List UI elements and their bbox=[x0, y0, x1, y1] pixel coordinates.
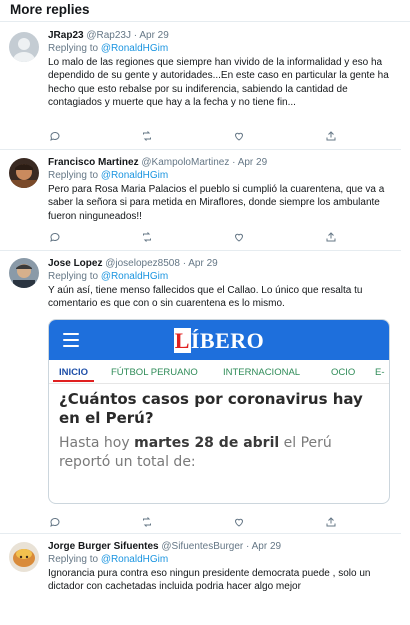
reply-icon[interactable] bbox=[48, 515, 62, 529]
display-name[interactable]: Francisco Martinez bbox=[48, 157, 139, 168]
timestamp[interactable]: Apr 29 bbox=[238, 157, 267, 168]
reply-icon[interactable] bbox=[48, 230, 62, 244]
tweet-header: Francisco Martinez @KampoloMartinez · Ap… bbox=[48, 156, 395, 169]
handle[interactable]: @KampoloMartinez bbox=[141, 157, 229, 168]
tweet-header: Jorge Burger Sifuentes @SifuentesBurger … bbox=[48, 540, 395, 553]
card-headline: ¿Cuántos casos por coronavirus hay en el… bbox=[59, 390, 363, 427]
reply-tweet[interactable]: Francisco Martinez @KampoloMartinez · Ap… bbox=[0, 150, 401, 251]
replying-prefix: Replying to bbox=[48, 170, 99, 181]
share-icon[interactable] bbox=[324, 515, 338, 529]
share-icon[interactable] bbox=[324, 129, 338, 143]
mention-link[interactable]: @RonaldHGim bbox=[101, 170, 168, 181]
separator-dot: · bbox=[246, 541, 250, 552]
like-icon[interactable] bbox=[232, 515, 246, 529]
mention-link[interactable]: @RonaldHGim bbox=[101, 43, 168, 54]
link-preview-card[interactable]: LÍBERO INICIO FÚTBOL PERUANO INTERNACION… bbox=[48, 319, 390, 504]
card-tab: OCIO bbox=[331, 367, 356, 378]
retweet-icon[interactable] bbox=[140, 230, 154, 244]
separator-dot: · bbox=[133, 30, 138, 41]
replying-prefix: Replying to bbox=[48, 271, 99, 282]
tweet-text: Pero para Rosa Maria Palacios el pueblo … bbox=[48, 184, 385, 222]
section-title: More replies bbox=[0, 0, 410, 22]
avatar[interactable] bbox=[9, 32, 39, 62]
display-name[interactable]: Jorge Burger Sifuentes bbox=[48, 541, 159, 552]
reply-tweet[interactable]: JRap23 @Rap23J · Apr 29 Replying to @Ron… bbox=[0, 22, 401, 150]
tweet-text: Lo malo de las regiones que siempre han … bbox=[48, 57, 389, 108]
reply-icon[interactable] bbox=[48, 129, 62, 143]
timestamp[interactable]: Apr 29 bbox=[252, 541, 281, 552]
handle[interactable]: @Rap23J bbox=[86, 30, 131, 41]
card-tab: FÚTBOL PERUANO bbox=[111, 367, 198, 378]
replying-to: Replying to @RonaldHGim bbox=[48, 553, 395, 566]
reply-tweet[interactable]: Jorge Burger Sifuentes @SifuentesBurger … bbox=[0, 534, 401, 625]
replying-to: Replying to @RonaldHGim bbox=[48, 169, 395, 182]
card-tab: E- bbox=[375, 367, 385, 378]
timestamp[interactable]: Apr 29 bbox=[139, 30, 168, 41]
card-tab: INICIO bbox=[52, 367, 95, 382]
libero-logo: LÍBERO bbox=[173, 328, 265, 353]
replying-prefix: Replying to bbox=[48, 554, 99, 565]
replying-to: Replying to @RonaldHGim bbox=[48, 270, 395, 283]
display-name[interactable]: Jose Lopez bbox=[48, 258, 102, 269]
card-lead: Hasta hoy martes 28 de abril el Perú rep… bbox=[59, 435, 332, 470]
timestamp[interactable]: Apr 29 bbox=[188, 258, 217, 269]
tweet-header: Jose Lopez @joselopez8508 · Apr 29 bbox=[48, 257, 395, 270]
mention-link[interactable]: @RonaldHGim bbox=[101, 554, 168, 565]
mention-link[interactable]: @RonaldHGim bbox=[101, 271, 168, 282]
reply-tweet[interactable]: Jose Lopez @joselopez8508 · Apr 29 Reply… bbox=[0, 251, 401, 534]
avatar[interactable] bbox=[9, 258, 39, 288]
display-name[interactable]: JRap23 bbox=[48, 30, 84, 41]
share-icon[interactable] bbox=[324, 230, 338, 244]
handle[interactable]: @SifuentesBurger bbox=[161, 541, 243, 552]
retweet-icon[interactable] bbox=[140, 515, 154, 529]
handle[interactable]: @joselopez8508 bbox=[105, 258, 180, 269]
avatar[interactable] bbox=[9, 158, 39, 188]
separator-dot: · bbox=[182, 258, 187, 269]
card-tab: INTERNACIONAL bbox=[223, 367, 301, 378]
replying-to: Replying to @RonaldHGim bbox=[48, 42, 395, 55]
like-icon[interactable] bbox=[232, 129, 246, 143]
tweet-text: Y aún así, tiene menso fallecidos que el… bbox=[48, 285, 363, 310]
tweet-header: JRap23 @Rap23J · Apr 29 bbox=[48, 29, 395, 42]
avatar[interactable] bbox=[9, 542, 39, 572]
like-icon[interactable] bbox=[232, 230, 246, 244]
replying-prefix: Replying to bbox=[48, 43, 99, 54]
retweet-icon[interactable] bbox=[140, 129, 154, 143]
tweet-text: Ignorancia pura contra eso ningun presid… bbox=[48, 568, 371, 593]
card-tabs: INICIO FÚTBOL PERUANO INTERNACIONAL OCIO… bbox=[49, 360, 389, 384]
card-header-bar: LÍBERO bbox=[49, 320, 389, 360]
separator-dot: · bbox=[232, 157, 236, 168]
